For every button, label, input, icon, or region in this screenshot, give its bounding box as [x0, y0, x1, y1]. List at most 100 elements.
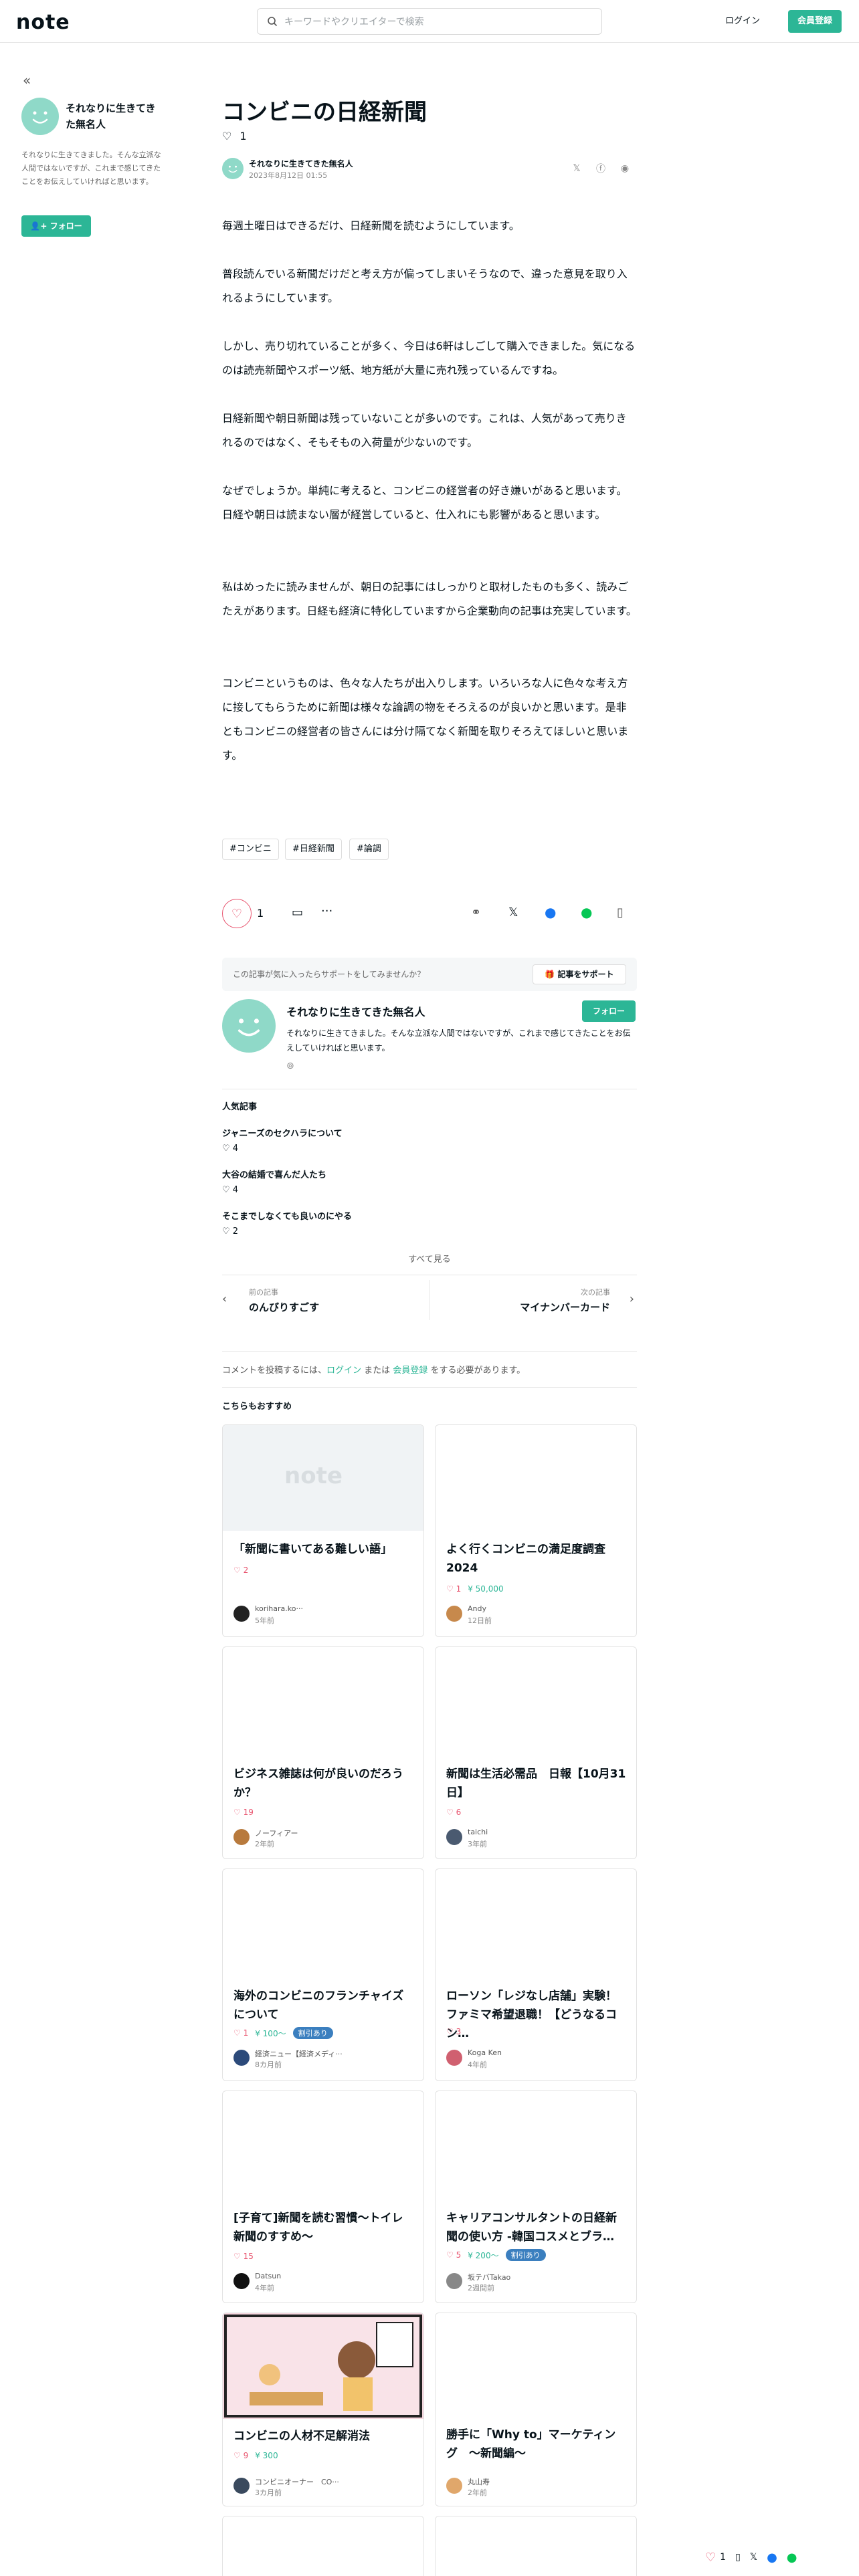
- see-all-link[interactable]: すべて見る: [222, 1252, 637, 1265]
- card-stats: ♡ 9 ¥ 300: [233, 2451, 278, 2460]
- recommend-card[interactable]: ローソン「レジなし店舗」実験！ファミマ希望退職！【どうなるコン… ♡ 3 Kog…: [435, 1868, 637, 2081]
- card-thumbnail: [223, 2091, 423, 2197]
- card-author-avatar: [233, 2478, 250, 2494]
- popular-item-title[interactable]: そこまでしなくても良いのにやる: [222, 1209, 352, 1222]
- author-avatar-small[interactable]: [222, 158, 244, 179]
- card-author: 丸山寿: [468, 2478, 490, 2486]
- action-bar: ♡ 1 ▭ ··· ⚭ 𝕏 ● ● ▯: [222, 899, 637, 931]
- login-link[interactable]: ログイン: [725, 13, 760, 26]
- more-icon[interactable]: ···: [321, 904, 332, 918]
- card-author-avatar: [233, 1606, 250, 1622]
- card-author: korihara.ko···: [255, 1604, 303, 1613]
- recommend-card[interactable]: [435, 2516, 637, 2576]
- top-like-count: 1: [240, 130, 247, 142]
- heart-icon[interactable]: ♡: [705, 2551, 716, 2565]
- sidebar-follow-button[interactable]: 👤+ フォロー: [21, 215, 91, 237]
- search-input[interactable]: [284, 14, 592, 30]
- creator-follow-button[interactable]: フォロー: [582, 1000, 636, 1022]
- popular-item-likes: ♡ 2: [222, 1226, 239, 1237]
- register-link-inline[interactable]: 会員登録: [393, 1366, 427, 1376]
- comment-icon[interactable]: ▭: [292, 905, 303, 920]
- card-author-avatar: [233, 1829, 250, 1845]
- site-header: note ログイン 会員登録: [0, 0, 859, 43]
- recommend-card[interactable]: 勝手に「Why to」マーケティング 〜新聞編〜 丸山寿 2年前: [435, 2313, 637, 2506]
- recommend-card[interactable]: 新聞は生活必需品 日報【10月31日】 ♡ 6 taichi 3年前: [435, 1646, 637, 1859]
- body-paragraph: なぜでしょうか。単純に考えると、コンビニの経営者の好き嫌いがあると思います。日経…: [222, 484, 628, 521]
- card-title: 勝手に「Why to」マーケティング 〜新聞編〜: [446, 2428, 616, 2460]
- card-author: Datsun: [255, 2272, 282, 2280]
- login-link-inline[interactable]: ログイン: [326, 1366, 361, 1376]
- x-share-icon[interactable]: 𝕏: [750, 2552, 757, 2563]
- recommend-card[interactable]: [子育て]新聞を読む習慣〜トイレ新聞のすすめ〜 ♡ 15 Datsun 4年前: [222, 2090, 424, 2303]
- tag[interactable]: #論調: [349, 839, 389, 860]
- next-article-link[interactable]: 次の記事 マイナンバーカード ›: [430, 1280, 637, 1320]
- search-box[interactable]: [257, 8, 602, 35]
- signup-button[interactable]: 会員登録: [788, 10, 842, 33]
- publish-date: 2023年8月12日 01:55: [249, 171, 328, 180]
- recommend-card[interactable]: よく行くコンビニの満足度調査2024 ♡ 1 ¥ 50,000 Andy 12日前: [435, 1424, 637, 1637]
- card-stats: ♡ 3: [446, 2027, 461, 2036]
- next-title: マイナンバーカード: [520, 1301, 610, 1313]
- facebook-share-icon[interactable]: ⓕ: [594, 162, 607, 175]
- top-like-row[interactable]: ♡ 1: [222, 130, 247, 142]
- line-share-icon[interactable]: ●: [787, 2551, 797, 2565]
- card-title: キャリアコンサルタントの日経新聞の使い方 -韓国コスメとブラ…: [446, 2212, 617, 2244]
- heart-icon: ♡: [222, 1144, 233, 1154]
- card-author: 坂テバTakao: [468, 2273, 511, 2282]
- recommend-card[interactable]: [222, 2516, 424, 2576]
- rss-icon[interactable]: ⊚: [286, 1061, 294, 1071]
- line-share-icon[interactable]: ●: [581, 904, 592, 920]
- author-avatar[interactable]: [21, 98, 59, 135]
- support-button[interactable]: 🎁 記事をサポート: [533, 964, 626, 984]
- recommend-card[interactable]: 海外のコンビニのフランチャイズについて ♡ 1 ¥ 100〜 割引あり 経済ニュー【…: [222, 1868, 424, 2081]
- body-paragraph: 普段読んでいる新聞だけだと考え方が偏ってしまいそうなので、違った意見を取り入れる…: [222, 267, 628, 304]
- popular-item-likes: ♡ 4: [222, 1144, 239, 1154]
- card-time: 2年前: [468, 2488, 487, 2497]
- heart-icon[interactable]: ♡: [222, 130, 231, 142]
- author-name[interactable]: それなりに生きてきた無名人: [249, 158, 353, 169]
- heart-icon: ♡ 19: [233, 1808, 254, 1817]
- line-share-icon[interactable]: ◉: [618, 162, 632, 175]
- gift-icon: 🎁: [545, 970, 558, 979]
- x-share-icon[interactable]: 𝕏: [508, 905, 518, 920]
- card-stats: ♡ 5 ¥ 200〜 割引あり: [446, 2249, 546, 2261]
- popular-item-title[interactable]: 大谷の結婚で喜んだ人たち: [222, 1168, 326, 1180]
- recommend-card[interactable]: コンビニの人材不足解消法 ♡ 9 ¥ 300 コンビニオーナー CO··· 3カ月…: [222, 2313, 424, 2506]
- support-button-label: 記事をサポート: [557, 970, 614, 979]
- popular-item-title[interactable]: ジャニーズのセクハラについて: [222, 1126, 343, 1139]
- x-share-icon[interactable]: 𝕏: [570, 162, 583, 175]
- card-author: taichi: [468, 1828, 488, 1836]
- card-author-avatar: [446, 1606, 462, 1622]
- facebook-share-icon[interactable]: ●: [545, 904, 556, 920]
- facebook-share-icon[interactable]: ●: [767, 2551, 777, 2565]
- heart-icon: ♡ 6: [446, 1808, 462, 1817]
- price-icon: ¥ 300: [255, 2451, 278, 2460]
- note-logo[interactable]: note: [16, 11, 70, 34]
- card-thumbnail: note: [223, 1425, 423, 1531]
- recommend-card[interactable]: キャリアコンサルタントの日経新聞の使い方 -韓国コスメとブラ… ♡ 5 ¥ 200…: [435, 2090, 637, 2303]
- divider: [222, 1387, 637, 1388]
- creator-name[interactable]: それなりに生きてきた無名人: [286, 1003, 425, 1019]
- collapse-sidebar-icon[interactable]: «: [23, 72, 31, 88]
- embed-icon[interactable]: ▯: [617, 905, 624, 920]
- card-author: 経済ニュー【経済メディ···: [255, 2050, 343, 2058]
- follow-icon: 👤+: [30, 221, 50, 231]
- card-thumbnail: [436, 2091, 636, 2197]
- tag[interactable]: #日経新聞: [285, 839, 342, 860]
- recommend-card[interactable]: note 「新聞に書いてある難しい語」 ♡ 2 korihara.ko··· 5…: [222, 1424, 424, 1637]
- sidebar-author-name[interactable]: それなりに生きてきた無名人: [66, 100, 157, 132]
- prev-title: のんびりすごす: [249, 1301, 320, 1313]
- card-thumbnail-comic: [223, 2313, 423, 2419]
- card-stats: ♡ 19: [233, 1808, 254, 1817]
- creator-avatar[interactable]: [222, 999, 276, 1053]
- copy-link-icon[interactable]: ⚭: [471, 905, 481, 920]
- tag[interactable]: #コンビニ: [222, 839, 279, 860]
- like-button[interactable]: ♡: [222, 899, 252, 928]
- heart-icon: ♡ 5: [446, 2250, 462, 2260]
- floating-action-bar: ♡ 1 ▯ 𝕏 ● ●: [705, 2544, 852, 2571]
- recommend-card[interactable]: ビジネス雑誌は何が良いのだろうか？ ♡ 19 ノーフィアー 2年前: [222, 1646, 424, 1859]
- support-box: この記事が気に入ったらサポートをしてみませんか？ 🎁 記事をサポート: [222, 958, 637, 991]
- bookmark-icon[interactable]: ▯: [735, 2552, 741, 2563]
- comment-note: コメントを投稿するには、ログイン または 会員登録 をする必要があります。: [222, 1366, 526, 1376]
- prev-article-link[interactable]: ‹ 前の記事 のんびりすごす: [222, 1280, 430, 1320]
